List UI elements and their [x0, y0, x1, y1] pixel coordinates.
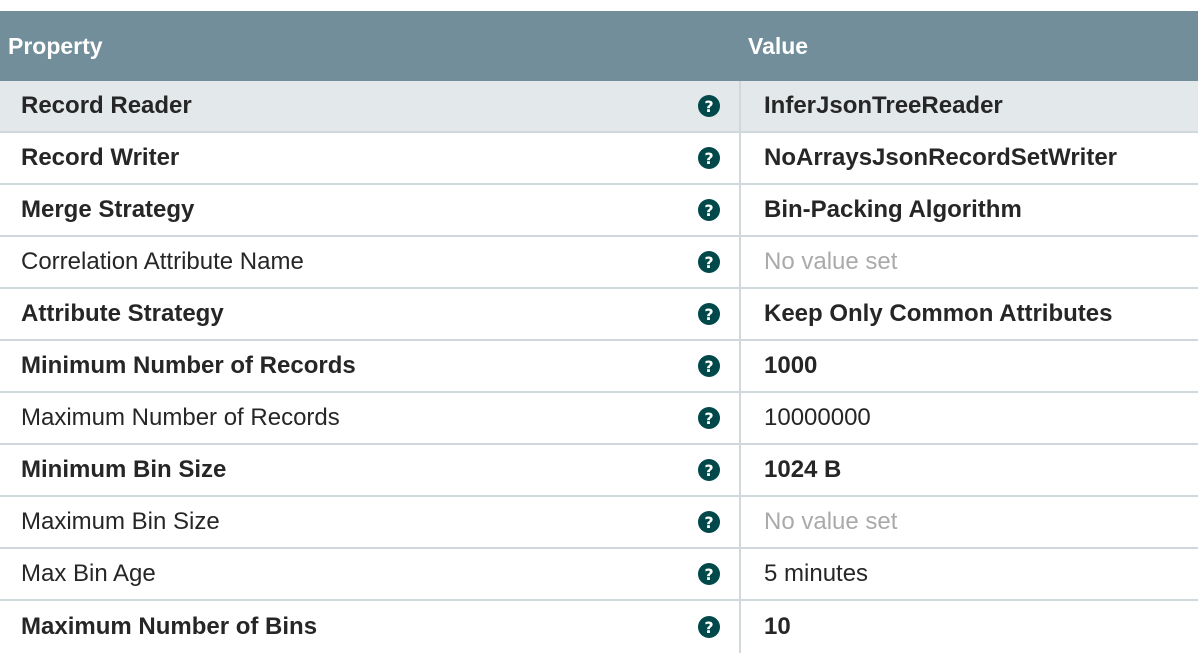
- column-header-value[interactable]: Value: [741, 33, 1198, 60]
- table-row[interactable]: Merge Strategy ? Bin-Packing Algorithm: [0, 185, 1198, 237]
- help-icon[interactable]: ?: [698, 355, 720, 377]
- table-row[interactable]: Minimum Bin Size ? 1024 B: [0, 445, 1198, 497]
- table-row[interactable]: Attribute Strategy ? Keep Only Common At…: [0, 289, 1198, 341]
- property-value: 1000: [764, 352, 818, 379]
- property-value-unset: No value set: [764, 508, 898, 535]
- column-header-property[interactable]: Property: [0, 33, 741, 60]
- property-cell: Record Writer ?: [0, 133, 741, 183]
- property-cell: Max Bin Age ?: [0, 549, 741, 599]
- value-cell[interactable]: 10: [741, 601, 1198, 653]
- help-icon[interactable]: ?: [698, 459, 720, 481]
- property-cell: Maximum Bin Size ?: [0, 497, 741, 547]
- property-name: Minimum Bin Size: [21, 456, 227, 483]
- value-cell[interactable]: 1024 B: [741, 445, 1198, 495]
- help-icon[interactable]: ?: [698, 199, 720, 221]
- value-cell[interactable]: 10000000: [741, 393, 1198, 443]
- table-row[interactable]: Maximum Number of Records ? 10000000: [0, 393, 1198, 445]
- help-icon[interactable]: ?: [698, 95, 720, 117]
- property-cell: Merge Strategy ?: [0, 185, 741, 235]
- help-icon[interactable]: ?: [698, 616, 720, 638]
- property-name: Maximum Bin Size: [21, 508, 220, 535]
- value-cell[interactable]: InferJsonTreeReader: [741, 81, 1198, 131]
- value-cell[interactable]: NoArraysJsonRecordSetWriter: [741, 133, 1198, 183]
- table-row[interactable]: Record Writer ? NoArraysJsonRecordSetWri…: [0, 133, 1198, 185]
- property-value: 10: [764, 613, 791, 640]
- value-cell[interactable]: No value set: [741, 497, 1198, 547]
- property-name: Record Reader: [21, 92, 192, 119]
- property-name: Minimum Number of Records: [21, 352, 356, 379]
- property-value: 1024 B: [764, 456, 842, 483]
- help-icon[interactable]: ?: [698, 511, 720, 533]
- property-value: 10000000: [764, 404, 871, 431]
- table-row[interactable]: Maximum Number of Bins ? 10: [0, 601, 1198, 653]
- property-cell: Minimum Number of Records ?: [0, 341, 741, 391]
- property-cell: Maximum Number of Bins ?: [0, 601, 741, 653]
- property-value: Keep Only Common Attributes: [764, 300, 1113, 327]
- help-icon[interactable]: ?: [698, 251, 720, 273]
- value-cell[interactable]: 5 minutes: [741, 549, 1198, 599]
- property-name: Correlation Attribute Name: [21, 248, 304, 275]
- value-cell[interactable]: Bin-Packing Algorithm: [741, 185, 1198, 235]
- properties-table: Property Value Record Reader ? InferJson…: [0, 11, 1198, 653]
- value-cell[interactable]: Keep Only Common Attributes: [741, 289, 1198, 339]
- table-row[interactable]: Max Bin Age ? 5 minutes: [0, 549, 1198, 601]
- property-cell: Attribute Strategy ?: [0, 289, 741, 339]
- help-icon[interactable]: ?: [698, 303, 720, 325]
- table-row[interactable]: Record Reader ? InferJsonTreeReader: [0, 81, 1198, 133]
- table-row[interactable]: Correlation Attribute Name ? No value se…: [0, 237, 1198, 289]
- help-icon[interactable]: ?: [698, 147, 720, 169]
- property-cell: Record Reader ?: [0, 81, 741, 131]
- property-name: Merge Strategy: [21, 196, 195, 223]
- value-cell[interactable]: No value set: [741, 237, 1198, 287]
- help-icon[interactable]: ?: [698, 407, 720, 429]
- property-cell: Minimum Bin Size ?: [0, 445, 741, 495]
- table-row[interactable]: Maximum Bin Size ? No value set: [0, 497, 1198, 549]
- property-name: Attribute Strategy: [21, 300, 224, 327]
- help-icon[interactable]: ?: [698, 563, 720, 585]
- property-value: Bin-Packing Algorithm: [764, 196, 1022, 223]
- property-name: Max Bin Age: [21, 560, 156, 587]
- value-cell[interactable]: 1000: [741, 341, 1198, 391]
- property-value: NoArraysJsonRecordSetWriter: [764, 144, 1118, 171]
- table-row[interactable]: Minimum Number of Records ? 1000: [0, 341, 1198, 393]
- property-cell: Correlation Attribute Name ?: [0, 237, 741, 287]
- table-header: Property Value: [0, 11, 1198, 81]
- property-name: Maximum Number of Bins: [21, 613, 318, 640]
- property-name: Record Writer: [21, 144, 180, 171]
- property-cell: Maximum Number of Records ?: [0, 393, 741, 443]
- property-name: Maximum Number of Records: [21, 404, 340, 431]
- property-value: 5 minutes: [764, 560, 869, 587]
- property-value: InferJsonTreeReader: [764, 92, 1003, 119]
- property-value-unset: No value set: [764, 248, 898, 275]
